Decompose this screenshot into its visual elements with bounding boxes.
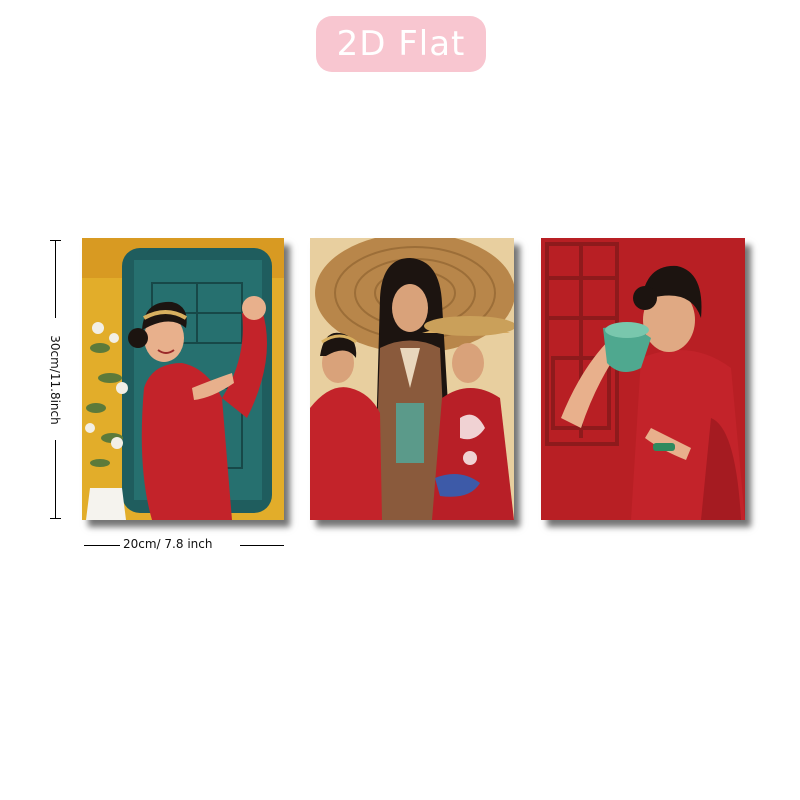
height-dimension-label: 30cm/11.8inch [48,335,62,425]
three-women-illustration [310,238,514,520]
art-panel-middle [310,238,514,520]
width-dimension-label: 20cm/ 7.8 inch [123,537,213,551]
width-dimension-line-left [84,545,120,546]
height-dimension-line-top [55,240,56,318]
woman-flexing-illustration [82,238,284,520]
style-badge: 2D Flat [316,16,486,72]
height-dimension-line-bottom [55,440,56,518]
woman-drinking-tea-illustration [541,238,745,520]
height-dimension-bottom-tick [50,518,61,519]
art-panel-right [541,238,745,520]
art-panel-left [82,238,284,520]
width-dimension-line-right [240,545,284,546]
